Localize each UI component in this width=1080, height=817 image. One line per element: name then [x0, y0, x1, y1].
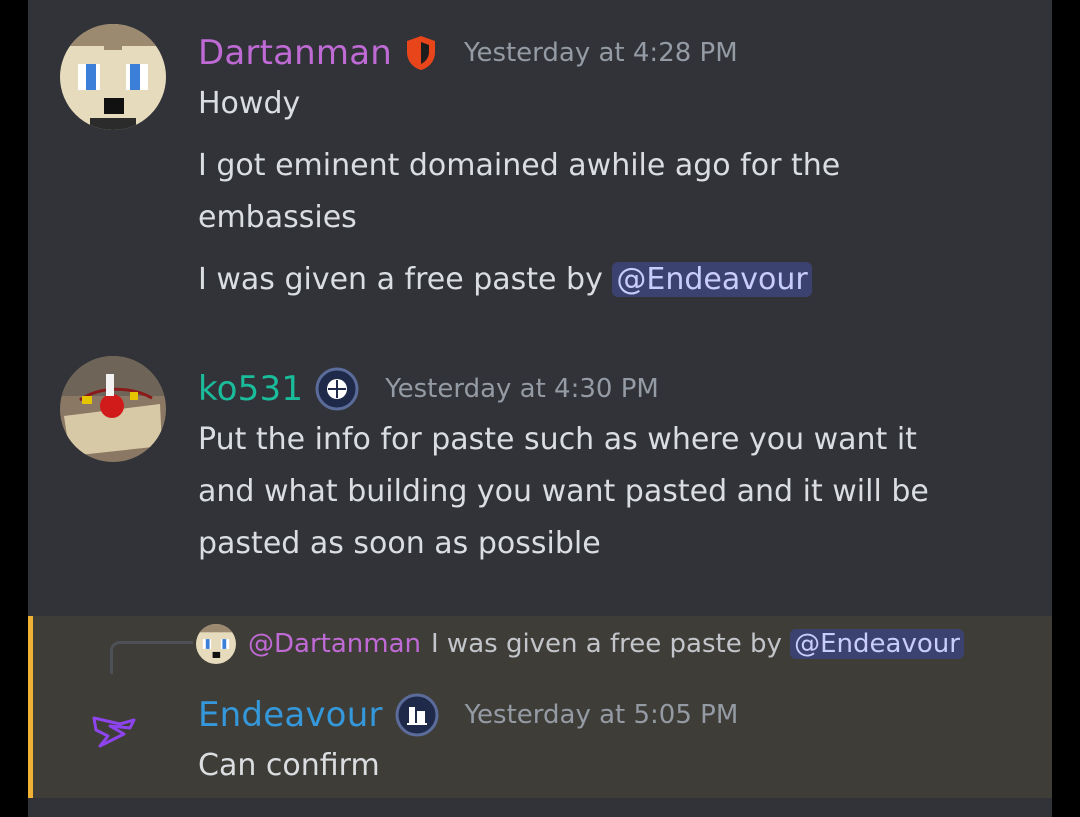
message-text: pasted as soon as possible — [198, 526, 601, 561]
avatar[interactable] — [60, 356, 166, 462]
reply-reference[interactable]: @Dartanman I was given a free paste by @… — [196, 620, 964, 668]
reply-connector — [110, 641, 193, 674]
reply-avatar — [196, 624, 236, 664]
avatar[interactable] — [60, 24, 166, 130]
mention-highlight-bar — [28, 616, 33, 798]
author-name[interactable]: Endeavour — [198, 695, 383, 735]
reply-preview-prefix: I was given a free paste by — [431, 629, 791, 659]
reply-preview-text: I was given a free paste by @Endeavour — [431, 629, 964, 659]
timestamp: Yesterday at 5:05 PM — [464, 700, 739, 730]
reply-author-mention[interactable]: @Dartanman — [248, 629, 421, 659]
message-text: Howdy — [198, 86, 301, 121]
timestamp: Yesterday at 4:28 PM — [464, 38, 738, 68]
chat-frame: Dartanman Yesterday at 4:28 PM Howdy I g… — [28, 0, 1052, 817]
nitro-sparkle-icon — [90, 710, 140, 754]
message-text: Can confirm — [198, 748, 380, 783]
message-text: I was given a free paste by @Endeavour — [198, 254, 840, 306]
message-text-prefix: I was given a free paste by — [198, 262, 613, 297]
user-mention[interactable]: @Endeavour — [790, 629, 964, 659]
author-name[interactable]: Dartanman — [198, 33, 392, 73]
author-name[interactable]: ko531 — [198, 369, 303, 409]
globe-badge-icon — [315, 367, 359, 411]
message-text: embassies — [198, 200, 357, 235]
message-text: and what building you want pasted and it… — [198, 474, 929, 509]
user-mention[interactable]: @Endeavour — [612, 262, 812, 297]
message-text: Put the info for paste such as where you… — [198, 422, 917, 457]
building-badge-icon — [395, 693, 439, 737]
message-text: I got eminent domained awhile ago for th… — [198, 148, 841, 183]
timestamp: Yesterday at 4:30 PM — [385, 374, 659, 404]
shield-icon — [404, 34, 438, 72]
